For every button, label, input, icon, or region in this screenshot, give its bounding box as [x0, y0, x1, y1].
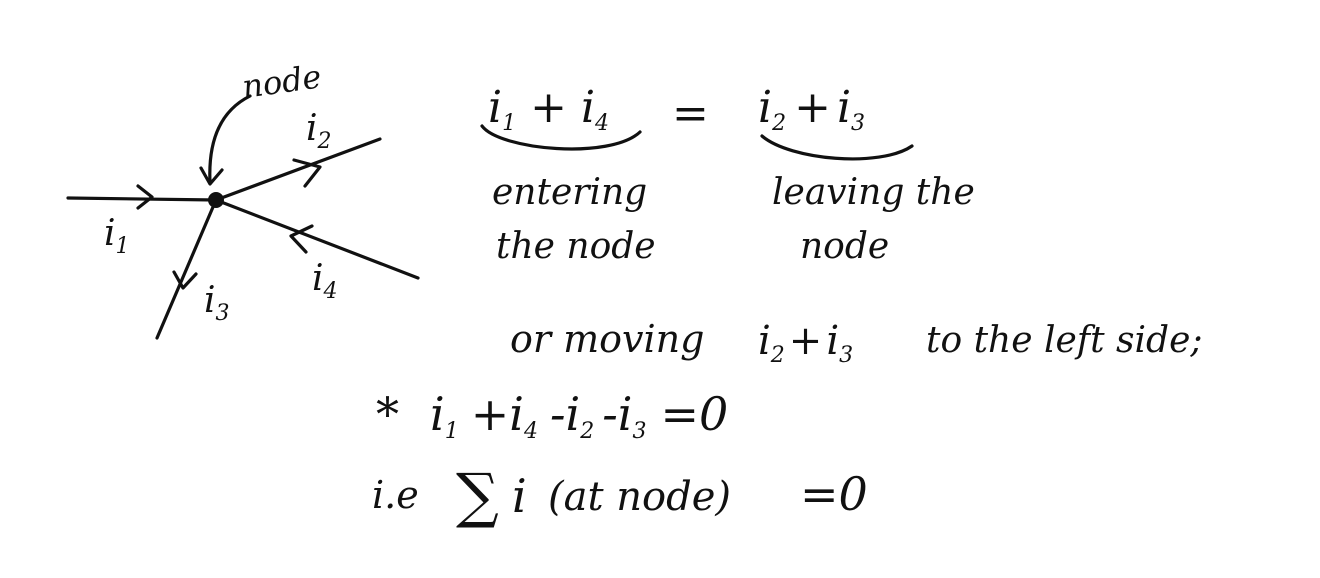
entering-label-line1: entering — [492, 172, 647, 213]
eq3-prefix: i.e — [372, 473, 419, 517]
node-dot — [208, 192, 224, 208]
eq1-equals: = — [672, 88, 709, 139]
moving-text-b: to the left side; — [926, 320, 1203, 361]
branch-i1-arrow — [136, 184, 154, 210]
node-label: node — [240, 57, 324, 106]
moving-terms: i2 + i3 — [758, 318, 853, 368]
branch-i2-line — [214, 137, 382, 202]
leaving-label-line1: leaving the — [772, 172, 975, 213]
equation-1: i1 + i4 = i2 + i3 entering the node leaving … — [480, 82, 975, 267]
entering-label-line2: the node — [496, 226, 656, 267]
leaving-brace — [760, 134, 914, 161]
eq1-lhs: i1 + i4 — [488, 82, 609, 136]
eq1-rhs: i2 + i3 — [758, 82, 865, 136]
eq3-rest: =0 — [800, 467, 868, 521]
equation-2: * i1 +i4 -i2 -i3 =0 — [376, 387, 728, 444]
label-i1: i1 — [104, 213, 130, 259]
node-pointer-arrow — [208, 94, 252, 184]
eq3-i: i — [512, 469, 527, 523]
eq3-sigma: ∑ — [456, 461, 499, 531]
label-i3: i3 — [204, 280, 230, 326]
equation-3: i.e ∑ i (at node) =0 — [372, 461, 868, 531]
leaving-label-line2: node — [800, 226, 889, 267]
label-i2: i2 — [306, 108, 332, 154]
node-diagram: node i1 i2 i3 i4 — [66, 57, 420, 340]
moving-line: or moving i2 + i3 to the left side; — [510, 317, 1203, 368]
eq3-paren: (at node) — [548, 474, 731, 520]
eq2-expression: i1 +i4 -i2 -i3 =0 — [430, 387, 728, 444]
branch-i1-line — [66, 196, 218, 202]
kcl-diagram: node i1 i2 i3 i4 i1 + i4 = i2 + i3 entering … — [66, 57, 1203, 531]
moving-text-a: or moving — [510, 317, 704, 361]
label-i4: i4 — [312, 258, 338, 304]
eq2-star: * — [376, 387, 399, 441]
node-pointer-head — [199, 166, 224, 186]
